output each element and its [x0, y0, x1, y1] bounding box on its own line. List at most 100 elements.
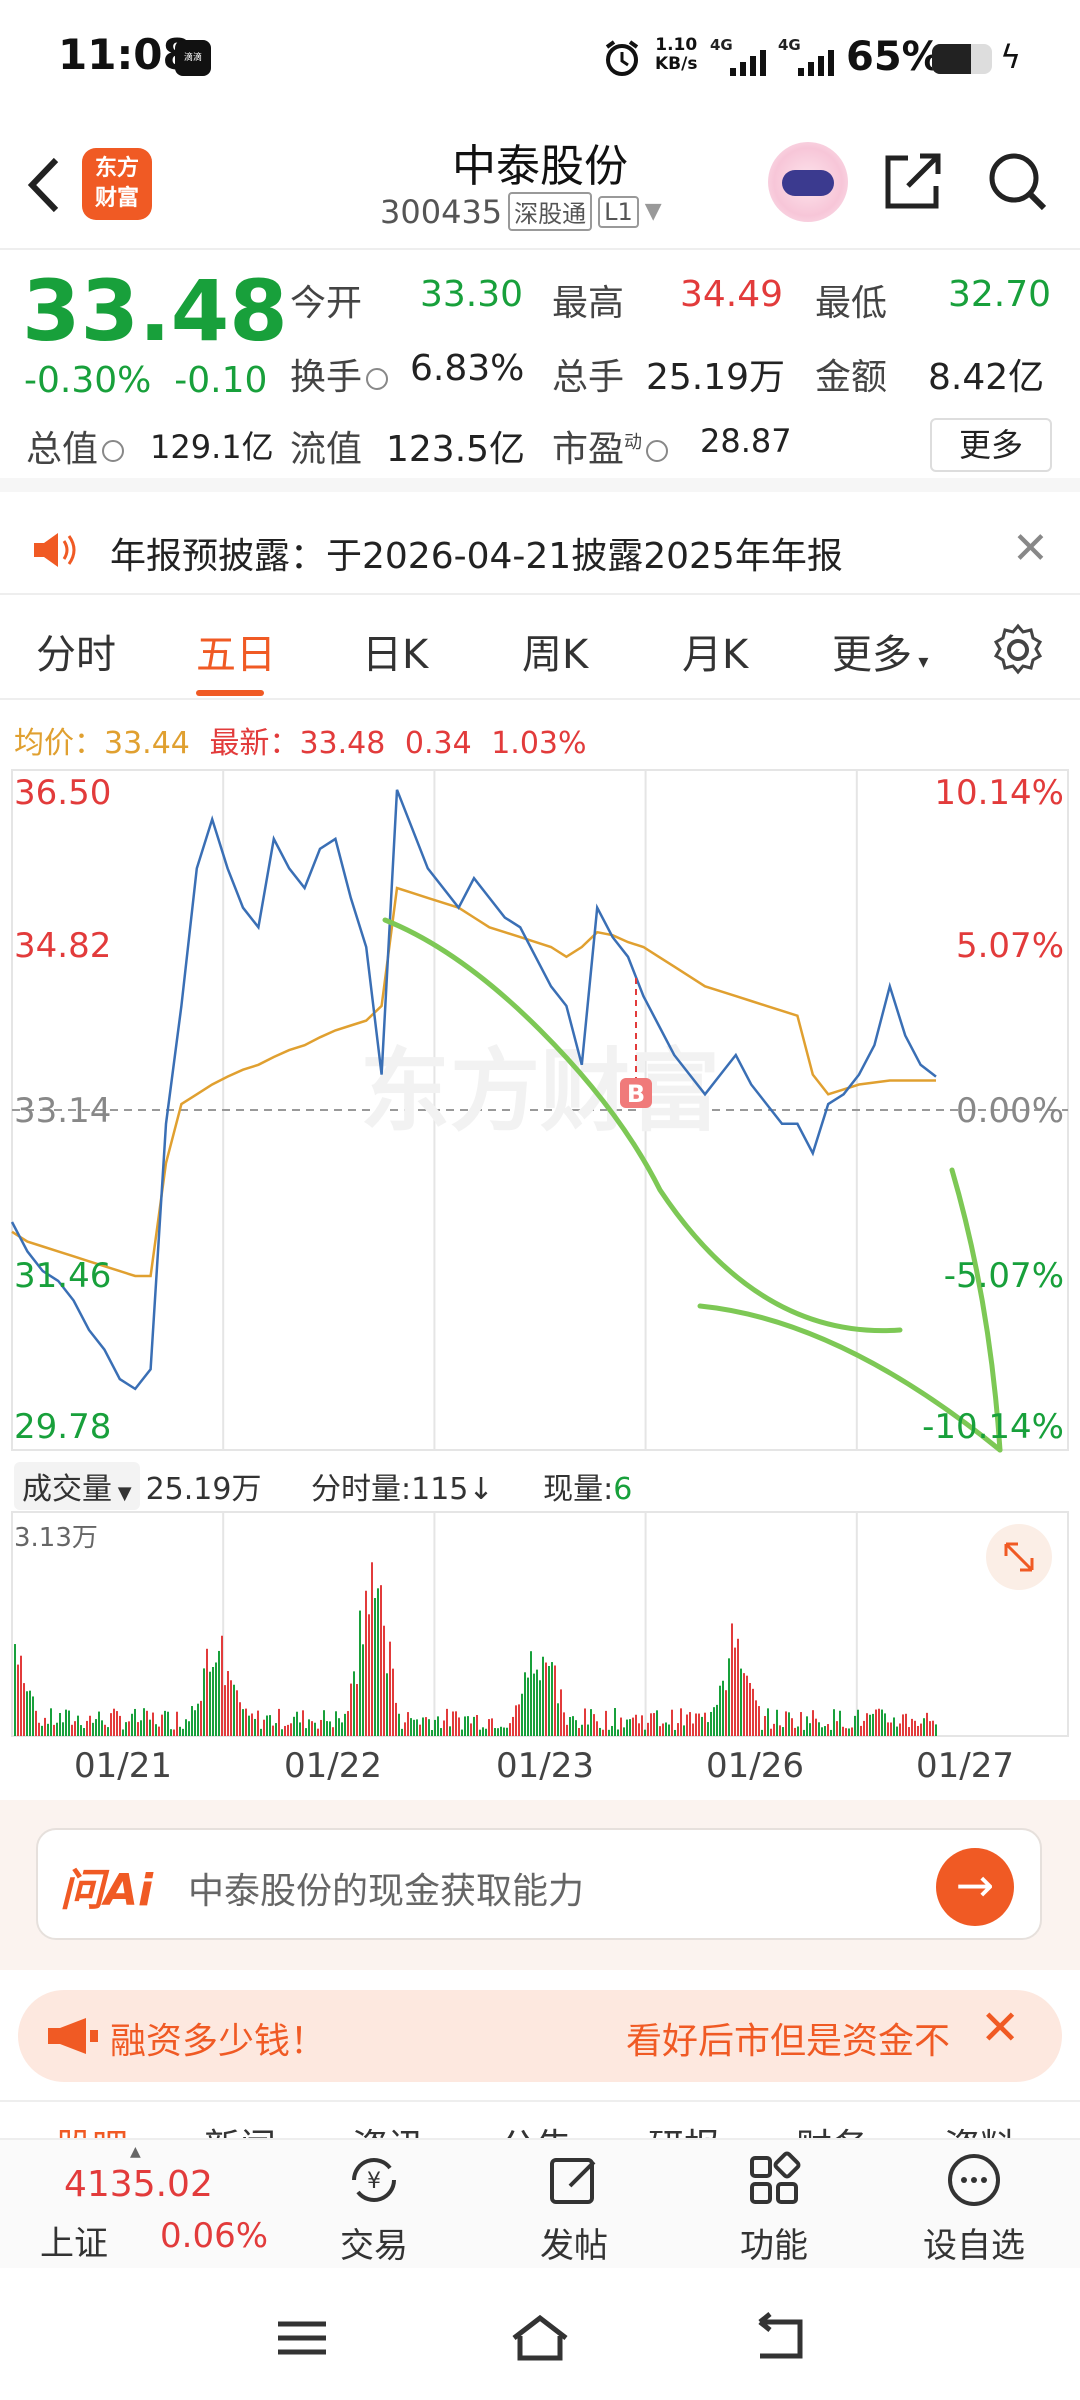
home-icon[interactable] — [508, 2310, 572, 2366]
ai-submit-button[interactable]: → — [936, 1848, 1014, 1926]
volume-bar — [203, 1668, 205, 1736]
volume-bar — [794, 1727, 796, 1736]
content-tab[interactable]: 财务 — [796, 2118, 868, 2138]
content-tab[interactable]: 资料 — [944, 2118, 1016, 2138]
volume-bar — [347, 1711, 349, 1736]
y-right-tick: 0.00% — [956, 1091, 1064, 1131]
volume-bar — [344, 1713, 346, 1736]
volume-chart[interactable]: 3.13万 — [0, 1510, 1080, 1740]
content-tab[interactable]: 股吧 — [56, 2118, 128, 2138]
volume-bar — [746, 1675, 748, 1736]
volume-select[interactable]: 成交量 ▼ — [14, 1462, 140, 1510]
volume-max-label: 3.13万 — [14, 1523, 98, 1553]
volume-bar — [437, 1716, 439, 1736]
volume-bar — [365, 1590, 367, 1736]
level-tag: L1 — [598, 195, 639, 228]
low-value: 32.70 — [948, 274, 1052, 315]
volume-bar — [296, 1711, 298, 1736]
nav-functions[interactable]: 功能 — [704, 2150, 844, 2267]
volume-bar — [554, 1665, 556, 1736]
volume-bar — [131, 1713, 133, 1736]
volume-bar — [236, 1690, 238, 1736]
volume-bar — [359, 1610, 361, 1736]
price-chart[interactable]: 东方财富 B 36.50 10.14% 34.82 5.07% 33.14 0.00% 31… — [0, 760, 1080, 1460]
volume-bar — [257, 1710, 259, 1736]
volume-bar — [707, 1722, 709, 1736]
content-tab[interactable]: 研报 — [648, 2118, 720, 2138]
menu-icon[interactable] — [270, 2310, 334, 2366]
share-icon[interactable] — [880, 148, 946, 214]
more-button[interactable]: 更多 — [930, 418, 1052, 472]
nav-trade[interactable]: ¥ 交易 — [304, 2150, 444, 2267]
info-icon — [646, 440, 669, 462]
volume-bar — [839, 1710, 841, 1736]
nav-post[interactable]: 发帖 — [504, 2150, 644, 2267]
ai-question-bar[interactable]: 问Ai 中泰股份的现金获取能力 → — [36, 1828, 1042, 1940]
volume-bar — [431, 1729, 433, 1736]
volume-bar — [59, 1712, 61, 1736]
tab-weekly-k[interactable]: 周K — [522, 622, 588, 680]
tab-intraday[interactable]: 分时 — [36, 622, 116, 680]
volume-bar — [695, 1713, 697, 1736]
tab-five-day[interactable]: 五日 — [196, 622, 276, 680]
volume-bar — [209, 1671, 211, 1736]
nav-add-watchlist[interactable]: 设自选 — [904, 2150, 1044, 2267]
gear-icon[interactable] — [990, 622, 1046, 678]
content-tab[interactable]: 新闻 — [204, 2118, 276, 2138]
ai-question-text[interactable]: 中泰股份的现金获取能力 — [188, 1862, 584, 1914]
volume-bar — [305, 1728, 307, 1736]
volume-bar — [386, 1673, 388, 1736]
volume-bar — [572, 1716, 574, 1736]
volume-bar — [821, 1727, 823, 1736]
tab-daily-k[interactable]: 日K — [362, 622, 428, 680]
volume-bar — [509, 1723, 511, 1736]
volume-bar — [101, 1720, 103, 1736]
app-notification-icon: 滴滴 — [175, 40, 211, 76]
index-name: 上证 — [40, 2224, 108, 2264]
volume-bar — [104, 1724, 106, 1736]
volume-bar — [614, 1708, 616, 1736]
volume-bar — [737, 1638, 739, 1736]
volume-bar — [851, 1727, 853, 1736]
megaphone-icon — [48, 2018, 98, 2054]
caret-down-icon[interactable]: ▼ — [645, 199, 662, 224]
volume-bar — [371, 1562, 373, 1736]
volume-bar — [71, 1724, 73, 1736]
volume-bar — [434, 1719, 436, 1736]
volume-bar — [155, 1724, 157, 1736]
close-icon[interactable]: ✕ — [980, 2000, 1020, 2056]
volume-bar — [908, 1727, 910, 1736]
content-tab[interactable]: 资讯 — [352, 2118, 424, 2138]
expand-icon[interactable] — [986, 1524, 1052, 1590]
tab-more[interactable]: 更多 ▾ — [832, 622, 928, 680]
tab-monthly-k[interactable]: 月K — [682, 622, 748, 680]
volume-bar — [215, 1662, 217, 1736]
ai-robot-icon[interactable] — [768, 142, 848, 222]
back-nav-icon[interactable] — [746, 2310, 810, 2366]
volume-bar — [533, 1673, 535, 1736]
volume-bar — [107, 1727, 109, 1736]
announcement-bar[interactable]: 年报预披露：于2026-04-21披露2025年年报 ✕ — [0, 505, 1080, 595]
volume-bar — [269, 1715, 271, 1736]
close-icon[interactable]: ✕ — [1012, 523, 1049, 574]
announcement-text: 年报预披露：于2026-04-21披露2025年年报 — [110, 536, 843, 577]
volume-bar — [86, 1720, 88, 1736]
volume-bar — [458, 1717, 460, 1736]
volume-bar — [608, 1729, 610, 1736]
content-tab[interactable]: 公告 — [500, 2118, 572, 2138]
status-bar: 11:08 滴滴 1.10 KB/s 4G 4G 65% ϟ — [0, 0, 1080, 120]
volume-bar — [926, 1712, 928, 1736]
volume-bar — [497, 1728, 499, 1736]
volume-bar — [773, 1723, 775, 1736]
mktcap-label: 总值 — [26, 420, 128, 472]
volume-bar — [665, 1722, 667, 1736]
volume-bar — [884, 1713, 886, 1736]
y-left-tick: 36.50 — [14, 773, 111, 813]
volume-bar — [575, 1720, 577, 1736]
volume-bar — [479, 1729, 481, 1736]
promo-banner[interactable]: 融资多少钱！ 看好后市但是资金不 ✕ — [18, 1990, 1062, 2082]
date-label: 01/21 — [74, 1746, 172, 1786]
volume-bar — [452, 1711, 454, 1736]
search-icon[interactable] — [984, 148, 1050, 214]
volume-bar — [287, 1724, 289, 1736]
